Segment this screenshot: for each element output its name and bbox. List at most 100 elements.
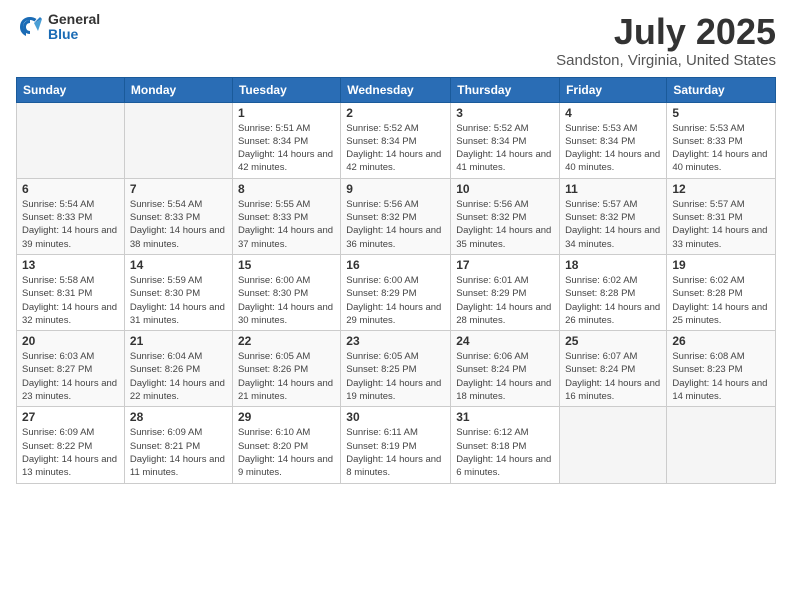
calendar-day-cell: 31Sunrise: 6:12 AM Sunset: 8:18 PM Dayli…: [451, 407, 560, 483]
day-number: 30: [346, 410, 445, 424]
day-info: Sunrise: 6:03 AM Sunset: 8:27 PM Dayligh…: [22, 350, 119, 403]
calendar-week-row: 27Sunrise: 6:09 AM Sunset: 8:22 PM Dayli…: [17, 407, 776, 483]
calendar-day-cell: 13Sunrise: 5:58 AM Sunset: 8:31 PM Dayli…: [17, 254, 125, 330]
calendar-week-row: 13Sunrise: 5:58 AM Sunset: 8:31 PM Dayli…: [17, 254, 776, 330]
day-info: Sunrise: 5:56 AM Sunset: 8:32 PM Dayligh…: [456, 198, 554, 251]
calendar-day-cell: 16Sunrise: 6:00 AM Sunset: 8:29 PM Dayli…: [341, 254, 451, 330]
calendar-day-cell: 8Sunrise: 5:55 AM Sunset: 8:33 PM Daylig…: [232, 178, 340, 254]
day-info: Sunrise: 6:01 AM Sunset: 8:29 PM Dayligh…: [456, 274, 554, 327]
day-info: Sunrise: 5:54 AM Sunset: 8:33 PM Dayligh…: [22, 198, 119, 251]
day-number: 24: [456, 334, 554, 348]
day-number: 4: [565, 106, 661, 120]
day-info: Sunrise: 6:11 AM Sunset: 8:19 PM Dayligh…: [346, 426, 445, 479]
day-info: Sunrise: 5:57 AM Sunset: 8:32 PM Dayligh…: [565, 198, 661, 251]
calendar-day-cell: [560, 407, 667, 483]
calendar-day-cell: [17, 102, 125, 178]
day-number: 26: [672, 334, 770, 348]
day-info: Sunrise: 6:08 AM Sunset: 8:23 PM Dayligh…: [672, 350, 770, 403]
logo-icon: [16, 13, 44, 41]
calendar-day-cell: 20Sunrise: 6:03 AM Sunset: 8:27 PM Dayli…: [17, 331, 125, 407]
main-title: July 2025: [556, 12, 776, 52]
calendar-day-cell: [124, 102, 232, 178]
calendar-body: 1Sunrise: 5:51 AM Sunset: 8:34 PM Daylig…: [17, 102, 776, 483]
day-info: Sunrise: 5:54 AM Sunset: 8:33 PM Dayligh…: [130, 198, 227, 251]
day-number: 21: [130, 334, 227, 348]
calendar-day-cell: 19 Sunrise: 6:02 AM Sunset: 8:28 PM Dayli…: [667, 254, 776, 330]
day-info: Sunrise: 6:06 AM Sunset: 8:24 PM Dayligh…: [456, 350, 554, 403]
calendar-day-cell: 4 Sunrise: 5:53 AM Sunset: 8:34 PM Daylig…: [560, 102, 667, 178]
logo-general: General: [48, 12, 100, 27]
title-block: July 2025 Sandston, Virginia, United Sta…: [556, 12, 776, 69]
day-number: 19: [672, 258, 770, 272]
day-number: 16: [346, 258, 445, 272]
day-info: Sunrise: 6:02 AM Sunset: 8:28 PM Dayligh…: [672, 274, 770, 327]
calendar-day-header: Sunday: [17, 77, 125, 102]
day-number: 12: [672, 182, 770, 196]
day-number: 10: [456, 182, 554, 196]
day-number: 22: [238, 334, 335, 348]
calendar-day-cell: 10 Sunrise: 5:56 AM Sunset: 8:32 PM Dayli…: [451, 178, 560, 254]
day-info: Sunrise: 6:09 AM Sunset: 8:21 PM Dayligh…: [130, 426, 227, 479]
day-number: 11: [565, 182, 661, 196]
calendar-day-cell: 26 Sunrise: 6:08 AM Sunset: 8:23 PM Dayli…: [667, 331, 776, 407]
calendar-day-header: Monday: [124, 77, 232, 102]
day-number: 25: [565, 334, 661, 348]
day-info: Sunrise: 6:05 AM Sunset: 8:25 PM Dayligh…: [346, 350, 445, 403]
day-number: 6: [22, 182, 119, 196]
calendar-header-row: SundayMondayTuesdayWednesdayThursdayFrid…: [17, 77, 776, 102]
calendar-day-cell: 18 Sunrise: 6:02 AM Sunset: 8:28 PM Dayli…: [560, 254, 667, 330]
day-info: Sunrise: 6:05 AM Sunset: 8:26 PM Dayligh…: [238, 350, 335, 403]
calendar-day-cell: 30 Sunrise: 6:11 AM Sunset: 8:19 PM Dayli…: [341, 407, 451, 483]
day-number: 27: [22, 410, 119, 424]
day-info: Sunrise: 5:53 AM Sunset: 8:34 PM Dayligh…: [565, 122, 661, 175]
day-info: Sunrise: 6:04 AM Sunset: 8:26 PM Dayligh…: [130, 350, 227, 403]
calendar-day-cell: 22 Sunrise: 6:05 AM Sunset: 8:26 PM Dayli…: [232, 331, 340, 407]
day-number: 29: [238, 410, 335, 424]
day-info: Sunrise: 6:02 AM Sunset: 8:28 PM Dayligh…: [565, 274, 661, 327]
calendar-day-cell: 29Sunrise: 6:10 AM Sunset: 8:20 PM Dayli…: [232, 407, 340, 483]
day-number: 31: [456, 410, 554, 424]
header: General Blue July 2025 Sandston, Virgini…: [16, 12, 776, 69]
day-number: 7: [130, 182, 227, 196]
calendar-day-cell: 5 Sunrise: 5:53 AM Sunset: 8:33 PM Daylig…: [667, 102, 776, 178]
day-number: 5: [672, 106, 770, 120]
calendar-day-cell: 28 Sunrise: 6:09 AM Sunset: 8:21 PM Dayli…: [124, 407, 232, 483]
day-info: Sunrise: 5:52 AM Sunset: 8:34 PM Dayligh…: [346, 122, 445, 175]
calendar-day-header: Tuesday: [232, 77, 340, 102]
logo-text: General Blue: [48, 12, 100, 43]
day-info: Sunrise: 5:53 AM Sunset: 8:33 PM Dayligh…: [672, 122, 770, 175]
calendar-day-cell: 12 Sunrise: 5:57 AM Sunset: 8:31 PM Dayli…: [667, 178, 776, 254]
day-info: Sunrise: 5:52 AM Sunset: 8:34 PM Dayligh…: [456, 122, 554, 175]
calendar-day-cell: [667, 407, 776, 483]
day-info: Sunrise: 5:59 AM Sunset: 8:30 PM Dayligh…: [130, 274, 227, 327]
day-number: 17: [456, 258, 554, 272]
day-number: 28: [130, 410, 227, 424]
day-info: Sunrise: 5:51 AM Sunset: 8:34 PM Dayligh…: [238, 122, 335, 175]
day-number: 18: [565, 258, 661, 272]
calendar-day-cell: 9 Sunrise: 5:56 AM Sunset: 8:32 PM Daylig…: [341, 178, 451, 254]
day-number: 9: [346, 182, 445, 196]
calendar-day-cell: 2 Sunrise: 5:52 AM Sunset: 8:34 PM Daylig…: [341, 102, 451, 178]
day-number: 3: [456, 106, 554, 120]
day-number: 23: [346, 334, 445, 348]
calendar-day-header: Saturday: [667, 77, 776, 102]
day-info: Sunrise: 5:56 AM Sunset: 8:32 PM Dayligh…: [346, 198, 445, 251]
day-info: Sunrise: 6:07 AM Sunset: 8:24 PM Dayligh…: [565, 350, 661, 403]
logo: General Blue: [16, 12, 100, 43]
calendar-day-cell: 21 Sunrise: 6:04 AM Sunset: 8:26 PM Dayli…: [124, 331, 232, 407]
calendar-day-cell: 23 Sunrise: 6:05 AM Sunset: 8:25 PM Dayli…: [341, 331, 451, 407]
calendar-day-header: Thursday: [451, 77, 560, 102]
day-info: Sunrise: 5:57 AM Sunset: 8:31 PM Dayligh…: [672, 198, 770, 251]
day-info: Sunrise: 5:55 AM Sunset: 8:33 PM Dayligh…: [238, 198, 335, 251]
day-number: 15: [238, 258, 335, 272]
day-number: 2: [346, 106, 445, 120]
calendar-table: SundayMondayTuesdayWednesdayThursdayFrid…: [16, 77, 776, 484]
logo-blue: Blue: [48, 27, 100, 42]
calendar-day-cell: 15 Sunrise: 6:00 AM Sunset: 8:30 PM Dayli…: [232, 254, 340, 330]
day-number: 13: [22, 258, 119, 272]
calendar-day-cell: 14Sunrise: 5:59 AM Sunset: 8:30 PM Dayli…: [124, 254, 232, 330]
calendar-day-cell: 27Sunrise: 6:09 AM Sunset: 8:22 PM Dayli…: [17, 407, 125, 483]
day-info: Sunrise: 6:00 AM Sunset: 8:30 PM Dayligh…: [238, 274, 335, 327]
calendar-day-cell: 7 Sunrise: 5:54 AM Sunset: 8:33 PM Daylig…: [124, 178, 232, 254]
calendar-day-cell: 11 Sunrise: 5:57 AM Sunset: 8:32 PM Dayli…: [560, 178, 667, 254]
